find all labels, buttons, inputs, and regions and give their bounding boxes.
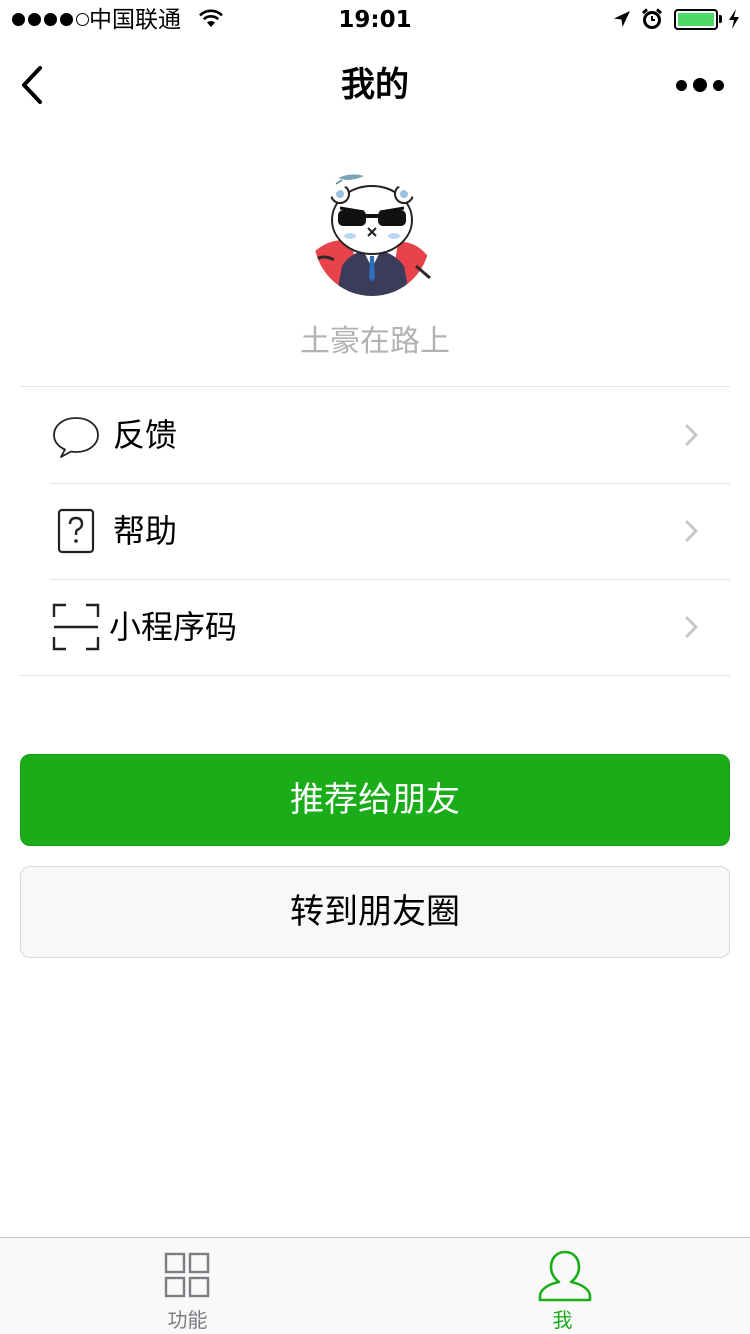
more-dot-icon bbox=[713, 79, 724, 91]
menu-item-label: 帮助 bbox=[113, 512, 178, 550]
page-title: 我的 bbox=[341, 65, 409, 105]
menu-item-feedback[interactable]: 反馈 bbox=[20, 387, 730, 483]
battery-icon bbox=[674, 9, 718, 30]
status-bar: 中国联通 19:01 bbox=[0, 0, 750, 40]
navigation-bar: 我的 bbox=[0, 40, 750, 130]
more-dot-icon bbox=[693, 78, 707, 92]
status-time: 19:01 bbox=[338, 7, 412, 33]
share-to-moments-button[interactable]: 转到朋友圈 bbox=[20, 866, 730, 958]
chevron-right-icon bbox=[684, 519, 699, 543]
grid-icon bbox=[162, 1250, 212, 1300]
menu-item-miniprogram-code[interactable]: 小程序码 bbox=[20, 579, 730, 675]
chat-bubble-icon bbox=[52, 411, 100, 459]
more-dot-icon bbox=[676, 79, 687, 91]
charging-icon bbox=[727, 8, 741, 34]
tab-bar: 功能 我 bbox=[0, 1237, 750, 1334]
tab-features[interactable]: 功能 bbox=[0, 1238, 375, 1334]
more-options-button[interactable] bbox=[676, 72, 724, 98]
menu-list: 反馈 帮助 小程序码 bbox=[20, 386, 730, 676]
page: 中国联通 19:01 我的 土豪在路上 反馈 帮助 小程序码 推荐给朋友 转到朋… bbox=[0, 0, 750, 1334]
chevron-right-icon bbox=[684, 615, 699, 639]
location-arrow-icon bbox=[612, 9, 632, 33]
scan-code-icon bbox=[52, 603, 100, 651]
chevron-right-icon bbox=[684, 423, 699, 447]
alarm-icon bbox=[641, 8, 663, 34]
person-icon bbox=[537, 1250, 592, 1302]
menu-item-label: 反馈 bbox=[113, 416, 178, 454]
help-icon bbox=[52, 507, 100, 555]
username: 土豪在路上 bbox=[300, 324, 450, 359]
battery-tip bbox=[719, 15, 722, 23]
tab-label: 我 bbox=[552, 1308, 573, 1332]
menu-item-help[interactable]: 帮助 bbox=[20, 483, 730, 579]
tab-me[interactable]: 我 bbox=[375, 1238, 750, 1334]
menu-item-label: 小程序码 bbox=[109, 608, 238, 646]
tab-label: 功能 bbox=[167, 1308, 208, 1332]
avatar bbox=[312, 170, 436, 298]
recommend-to-friend-button[interactable]: 推荐给朋友 bbox=[20, 754, 730, 846]
